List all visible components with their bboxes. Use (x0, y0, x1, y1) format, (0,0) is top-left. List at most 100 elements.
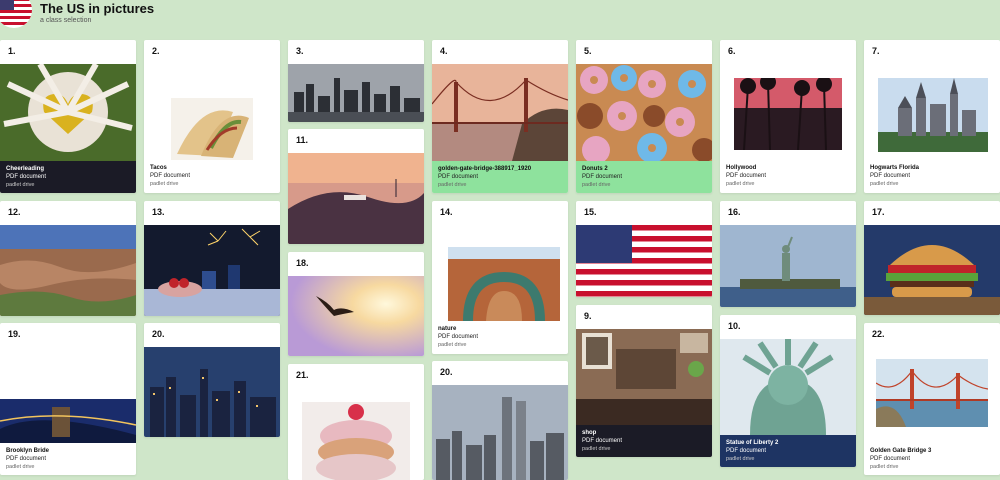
post-title[interactable]: nature (438, 325, 478, 333)
post-title[interactable]: golden-gate-bridge-388917_1920 (438, 165, 531, 173)
post-caption-bar: shop PDF document padlet drive (576, 425, 712, 457)
post-source: padlet drive (870, 464, 899, 470)
golden-gate-day-image[interactable] (876, 359, 988, 427)
post-type: PDF document (438, 334, 479, 340)
post-title[interactable]: Tacos (150, 164, 190, 172)
post-card-donuts-2[interactable]: 5. Donuts 2 PDF document padlet drive (576, 40, 712, 193)
fourth-of-july-table-image[interactable] (144, 225, 280, 316)
post-card-12[interactable]: 12. (0, 201, 136, 316)
post-card-11[interactable]: 11. (288, 129, 424, 244)
post-card-statue-of-liberty-2[interactable]: 10. Statue of Liberty 2 PDF document pad… (720, 315, 856, 467)
post-title[interactable]: Brooklyn Bride (6, 447, 49, 455)
post-title[interactable]: Donuts 2 (582, 165, 622, 173)
post-card-18[interactable]: 18. (288, 252, 424, 356)
eagle-sunset-image[interactable] (288, 276, 424, 356)
post-number: 1. (8, 46, 16, 56)
stacked-donuts-image[interactable] (302, 402, 410, 480)
post-card-tacos[interactable]: 2. Tacos PDF document padlet drive (144, 40, 280, 193)
us-flag-image[interactable] (576, 225, 712, 297)
golden-gate-sunset-image[interactable] (432, 64, 568, 161)
post-card-20-twin-towers[interactable]: 20. (432, 361, 568, 480)
post-source: padlet drive (150, 181, 179, 187)
post-number: 12. (8, 207, 21, 217)
post-card-brooklyn-bridge[interactable]: 19. Brooklyn Bride PDF document padlet d… (0, 323, 136, 475)
post-source: padlet drive (582, 182, 611, 188)
post-card-16[interactable]: 16. (720, 201, 856, 307)
hogwarts-castle-image[interactable] (878, 78, 988, 152)
tacos-image[interactable] (171, 98, 253, 160)
post-card-hollywood[interactable]: 6. Hollywood PDF document padlet drive (720, 40, 856, 193)
post-source: padlet drive (726, 181, 755, 187)
us-flag-avatar-icon[interactable] (0, 0, 32, 28)
post-number: 18. (296, 258, 309, 268)
post-card-hogwarts-florida[interactable]: 7. Hogwarts Florida PDF document padlet … (864, 40, 1000, 193)
post-number: 7. (872, 46, 880, 56)
post-card-golden-gate-bridge[interactable]: 4. golden-gate-bridge-388917_1920 PDF do… (432, 40, 568, 193)
hollywood-sign-image[interactable] (288, 153, 424, 244)
post-source: padlet drive (726, 456, 755, 462)
post-number: 4. (440, 46, 448, 56)
post-number: 15. (584, 207, 597, 217)
donuts-image[interactable] (576, 64, 712, 161)
page-subtitle: a class selection (40, 17, 92, 24)
post-source: padlet drive (870, 181, 899, 187)
post-number: 10. (728, 321, 741, 331)
burger-image[interactable] (864, 225, 1000, 315)
post-source: padlet drive (6, 464, 35, 470)
grand-canyon-image[interactable] (0, 225, 136, 316)
post-type: PDF document (726, 173, 767, 179)
brooklyn-bridge-image[interactable] (0, 399, 136, 443)
horseshoe-bend-image[interactable] (448, 247, 560, 321)
page-title: The US in pictures (40, 1, 155, 16)
post-number: 16. (728, 207, 741, 217)
post-card-21[interactable]: 21. (288, 364, 424, 480)
statue-of-liberty-closeup-image[interactable] (720, 339, 856, 435)
post-caption-bar: golden-gate-bridge-388917_1920 PDF docum… (432, 161, 568, 193)
cheerleading-image[interactable] (0, 64, 136, 161)
post-card-golden-gate-bridge-3[interactable]: 22. Golden Gate Bridge 3 PDF document pa… (864, 323, 1000, 475)
board-header: The US in pictures a class selection (0, 0, 1000, 30)
post-source: padlet drive (438, 182, 467, 188)
post-type: PDF document (438, 174, 479, 180)
post-card-17[interactable]: 17. (864, 201, 1000, 315)
post-number: 21. (296, 370, 309, 380)
post-source: padlet drive (438, 342, 467, 348)
post-type: PDF document (726, 448, 767, 454)
night-city-image[interactable] (144, 347, 280, 437)
post-title[interactable]: Hollywood (726, 164, 766, 172)
post-number: 6. (728, 46, 736, 56)
post-card-nature[interactable]: 14. nature PDF document padlet drive (432, 201, 568, 354)
post-title[interactable]: shop (582, 429, 622, 437)
post-card-cheerleading[interactable]: 1. Cheerleading PDF document padlet driv… (0, 40, 136, 193)
post-title[interactable]: Cheerleading (6, 165, 46, 173)
hollywood-palms-image[interactable] (734, 78, 842, 150)
post-type: PDF document (870, 456, 911, 462)
post-source: padlet drive (6, 182, 35, 188)
shop-interior-image[interactable] (576, 329, 712, 425)
skyline-bw-image[interactable] (288, 64, 424, 122)
post-number: 5. (584, 46, 592, 56)
post-caption-bar: Donuts 2 PDF document padlet drive (576, 161, 712, 193)
post-number: 17. (872, 207, 885, 217)
post-title[interactable]: Hogwarts Florida (870, 164, 919, 172)
post-number: 19. (8, 329, 21, 339)
post-type: PDF document (870, 173, 911, 179)
post-number: 14. (440, 207, 453, 217)
post-card-20-night-city[interactable]: 20. (144, 323, 280, 437)
post-title[interactable]: Golden Gate Bridge 3 (870, 447, 931, 455)
post-number: 9. (584, 311, 592, 321)
post-type: PDF document (6, 456, 47, 462)
statue-of-liberty-island-image[interactable] (720, 225, 856, 307)
post-card-shop[interactable]: 9. shop PDF document padlet drive (576, 305, 712, 457)
post-number: 11. (296, 135, 309, 145)
post-type: PDF document (6, 174, 47, 180)
post-number: 22. (872, 329, 885, 339)
post-type: PDF document (150, 173, 191, 179)
post-type: PDF document (582, 438, 623, 444)
post-title[interactable]: Statue of Liberty 2 (726, 439, 778, 447)
twin-towers-image[interactable] (432, 385, 568, 480)
post-card-13[interactable]: 13. (144, 201, 280, 316)
post-card-15[interactable]: 15. (576, 201, 712, 297)
post-card-3[interactable]: 3. (288, 40, 424, 122)
post-number: 20. (152, 329, 165, 339)
